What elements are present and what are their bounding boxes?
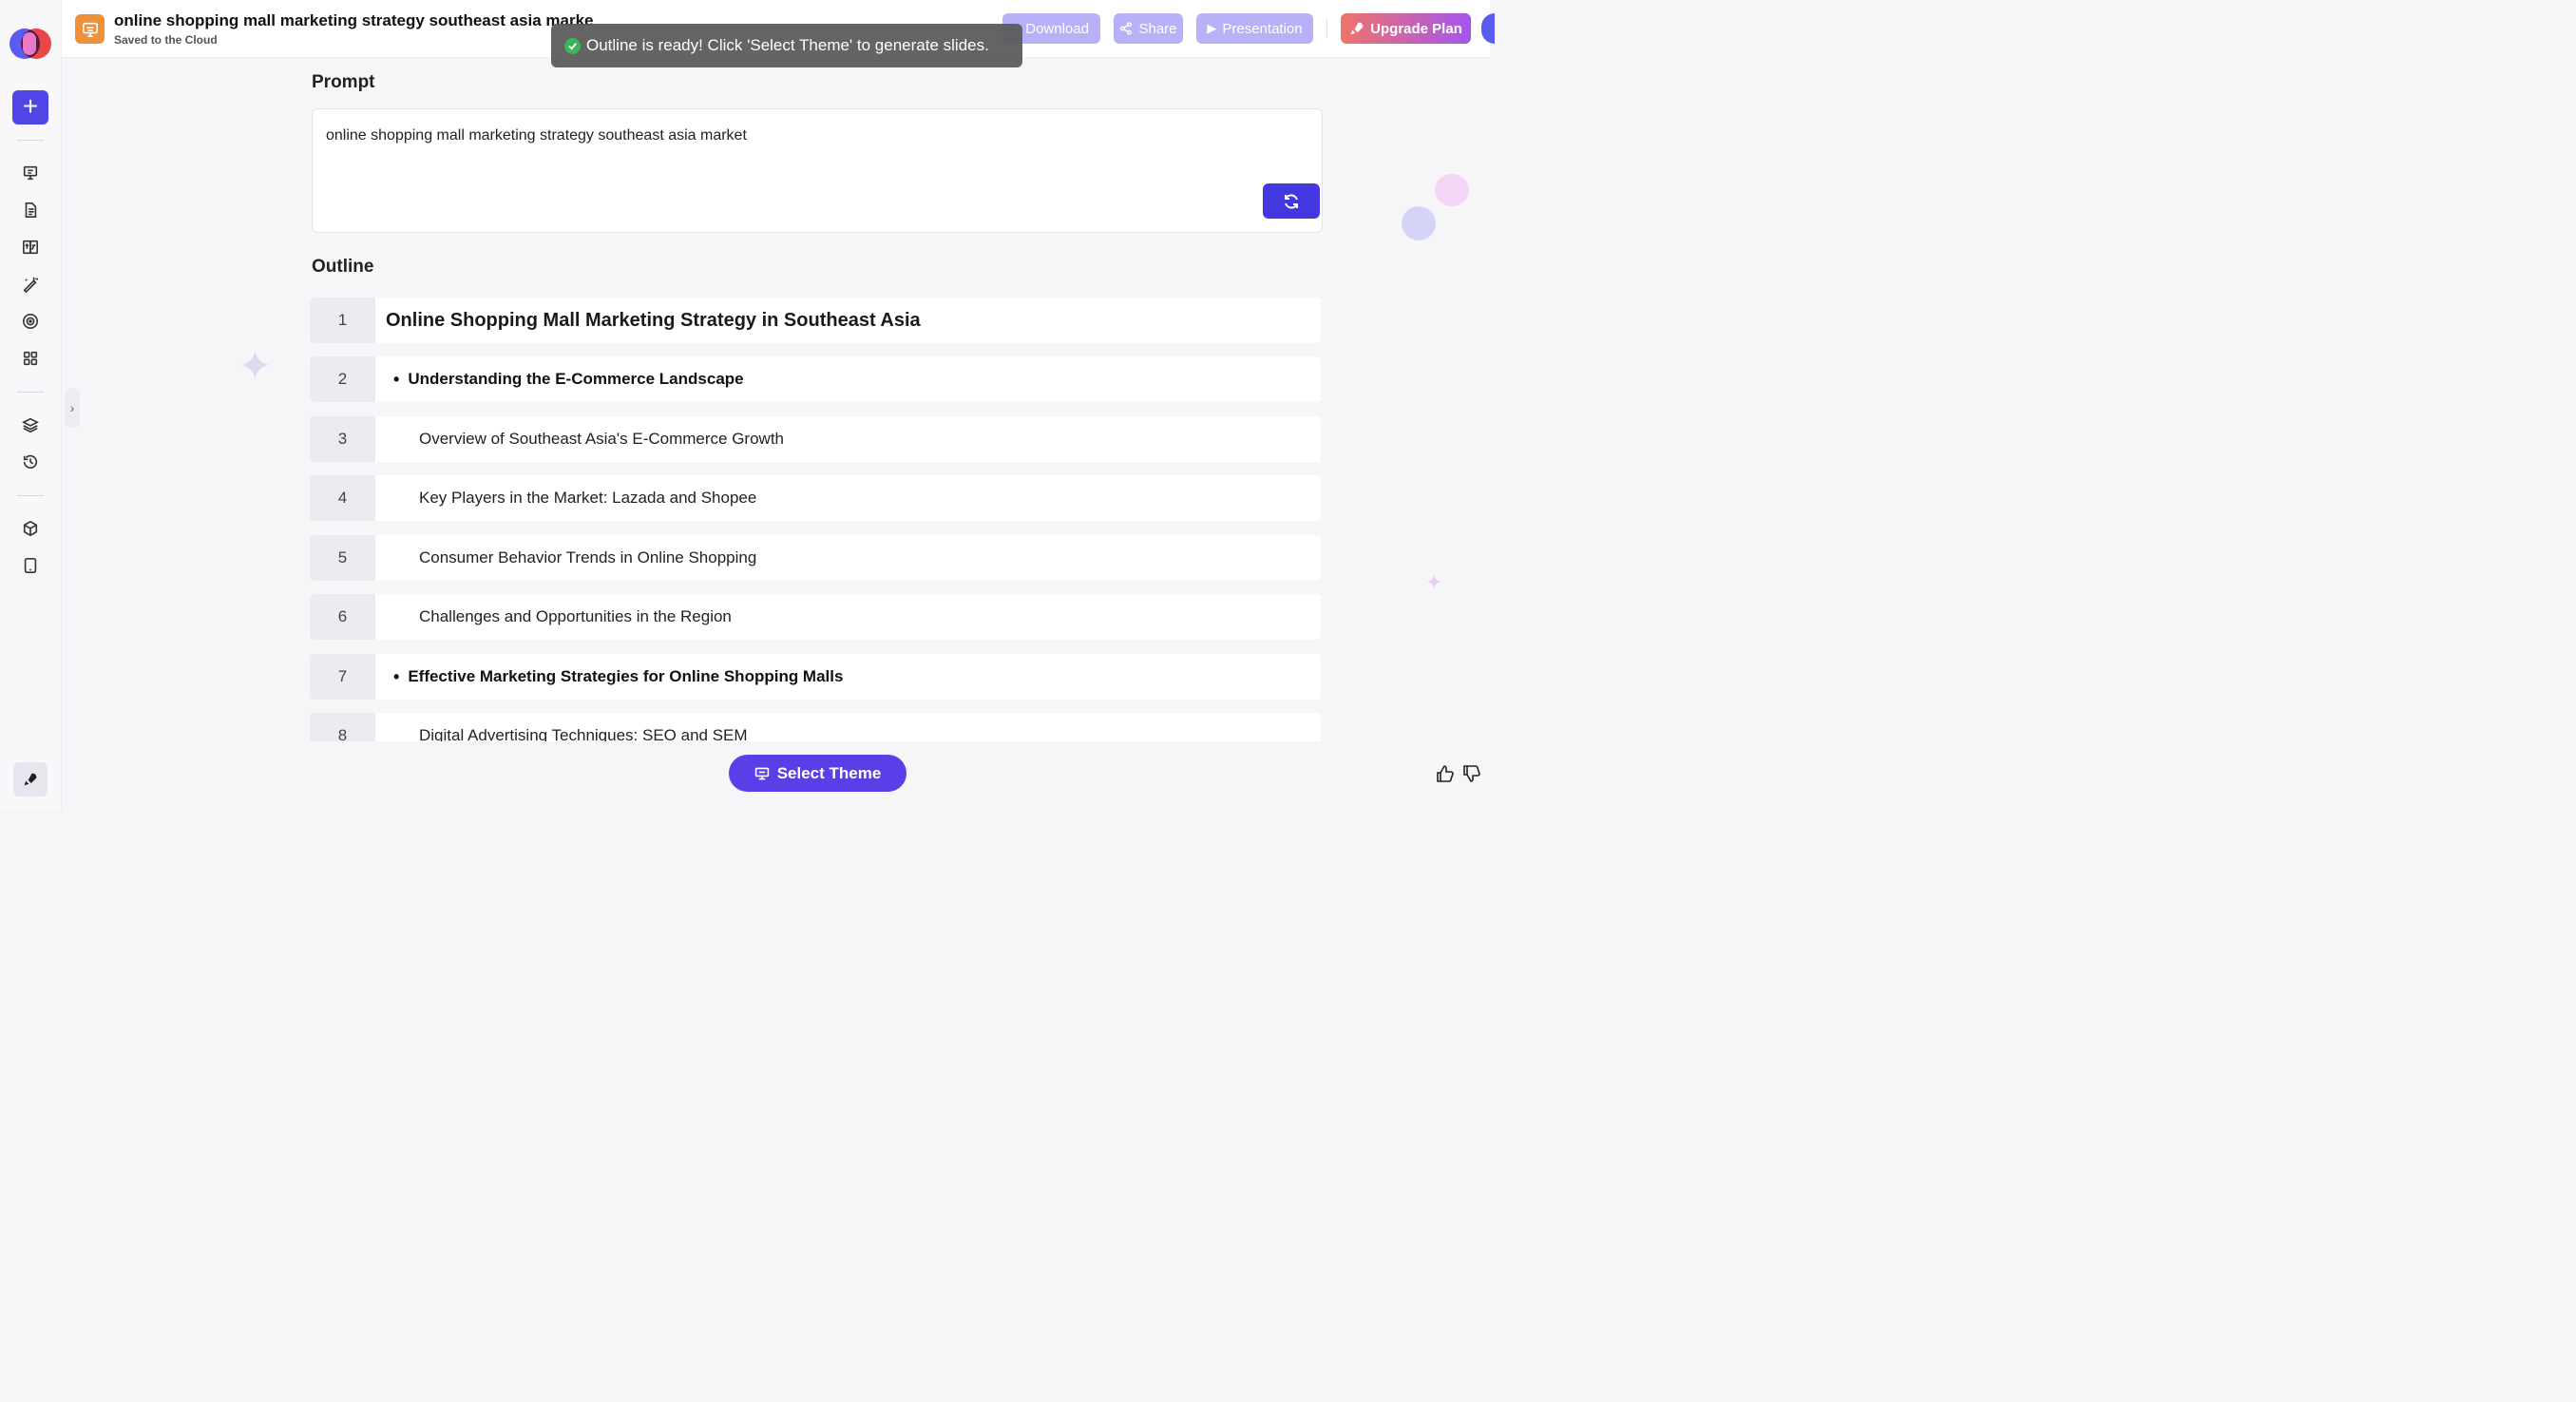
avatar[interactable] [1481,13,1495,44]
rocket-button[interactable] [13,762,48,797]
translate-icon[interactable] [11,232,49,262]
outline-heading: Outline [312,257,374,277]
toast-message: Outline is ready! Click 'Select Theme' t… [586,36,989,54]
sparkle-icon: ✦ [238,343,273,390]
decorative-blob [1435,174,1469,206]
select-theme-label: Select Theme [776,763,882,782]
outline-list: 1 Online Shopping Mall Marketing Strateg… [310,298,1321,741]
sidebar: + [0,0,62,811]
outline-row[interactable]: 1 Online Shopping Mall Marketing Strateg… [310,298,1321,343]
share-icon [1120,22,1133,35]
presentation-icon[interactable] [11,158,49,188]
sidebar-divider [17,392,44,393]
sidebar-divider [17,140,44,141]
sidebar-divider [17,495,44,496]
outline-row-number: 2 [310,356,375,402]
share-label: Share [1138,20,1177,37]
upgrade-plan-label: Upgrade Plan [1370,20,1462,37]
outline-row[interactable]: 3 Overview of Southeast Asia's E-Commerc… [310,416,1321,462]
rocket-icon [1350,22,1364,35]
outline-row-number: 3 [310,416,375,462]
check-circle-icon [564,37,581,54]
outline-row[interactable]: 8 Digital Advertising Techniques: SEO an… [310,713,1321,741]
outline-row-text[interactable]: Key Players in the Market: Lazada and Sh… [375,475,1321,521]
target-icon[interactable] [11,306,49,336]
outline-row[interactable]: 7 Effective Marketing Strategies for Onl… [310,654,1321,700]
history-icon[interactable] [11,447,49,477]
outline-row[interactable]: 6 Challenges and Opportunities in the Re… [310,594,1321,640]
presentation-icon [754,767,769,779]
refresh-icon [1285,193,1298,209]
box-icon[interactable] [11,513,49,544]
regenerate-button[interactable] [1263,183,1320,219]
thumbs-down-icon[interactable] [1462,764,1481,783]
magic-pen-icon[interactable] [11,269,49,299]
prompt-input[interactable]: online shopping mall marketing strategy … [312,108,1323,233]
outline-row-text[interactable]: Challenges and Opportunities in the Regi… [375,594,1321,640]
outline-row-number: 4 [310,475,375,521]
outline-row[interactable]: 4 Key Players in the Market: Lazada and … [310,475,1321,521]
presentation-button[interactable]: ▶ Presentation [1196,13,1313,44]
document-icon[interactable] [11,195,49,225]
new-button[interactable]: + [12,90,48,125]
save-status: Saved to the Cloud [114,33,218,47]
outline-row-number: 1 [310,298,375,343]
outline-row-text[interactable]: Consumer Behavior Trends in Online Shopp… [375,535,1321,581]
select-theme-button[interactable]: Select Theme [729,755,906,792]
document-title[interactable]: online shopping mall marketing strategy … [114,11,618,30]
decorative-blob [1402,206,1436,240]
presentation-doc-icon [75,14,105,44]
outline-row-text[interactable]: Effective Marketing Strategies for Onlin… [375,654,1321,700]
outline-row-text[interactable]: Online Shopping Mall Marketing Strategy … [375,298,1321,343]
share-button[interactable]: Share [1114,13,1183,44]
outline-row-number: 7 [310,654,375,700]
sidebar-expand-toggle[interactable]: › [65,388,80,428]
thumbs-up-icon[interactable] [1436,764,1455,783]
rocket-icon [24,773,37,786]
outline-row-text[interactable]: Understanding the E-Commerce Landscape [375,356,1321,402]
header-divider [1326,19,1327,38]
outline-row[interactable]: 5 Consumer Behavior Trends in Online Sho… [310,535,1321,581]
presentation-label: Presentation [1222,20,1303,37]
upgrade-plan-button[interactable]: Upgrade Plan [1341,13,1471,44]
outline-row-text[interactable]: Digital Advertising Techniques: SEO and … [375,713,1321,741]
outline-row[interactable]: 2 Understanding the E-Commerce Landscape [310,356,1321,402]
toast-notification: Outline is ready! Click 'Select Theme' t… [551,24,1022,67]
download-label: Download [1025,20,1089,37]
outline-row-number: 8 [310,713,375,741]
outline-row-number: 6 [310,594,375,640]
grid-icon[interactable] [11,343,49,374]
sparkle-icon: ✦ [1425,570,1443,594]
outline-row-text[interactable]: Overview of Southeast Asia's E-Commerce … [375,416,1321,462]
prompt-heading: Prompt [312,72,375,92]
app-logo[interactable] [10,29,51,59]
tablet-icon[interactable] [11,550,49,581]
outline-row-number: 5 [310,535,375,581]
play-icon: ▶ [1207,21,1217,35]
prompt-text[interactable]: online shopping mall marketing strategy … [326,127,747,144]
layers-icon[interactable] [11,410,49,440]
